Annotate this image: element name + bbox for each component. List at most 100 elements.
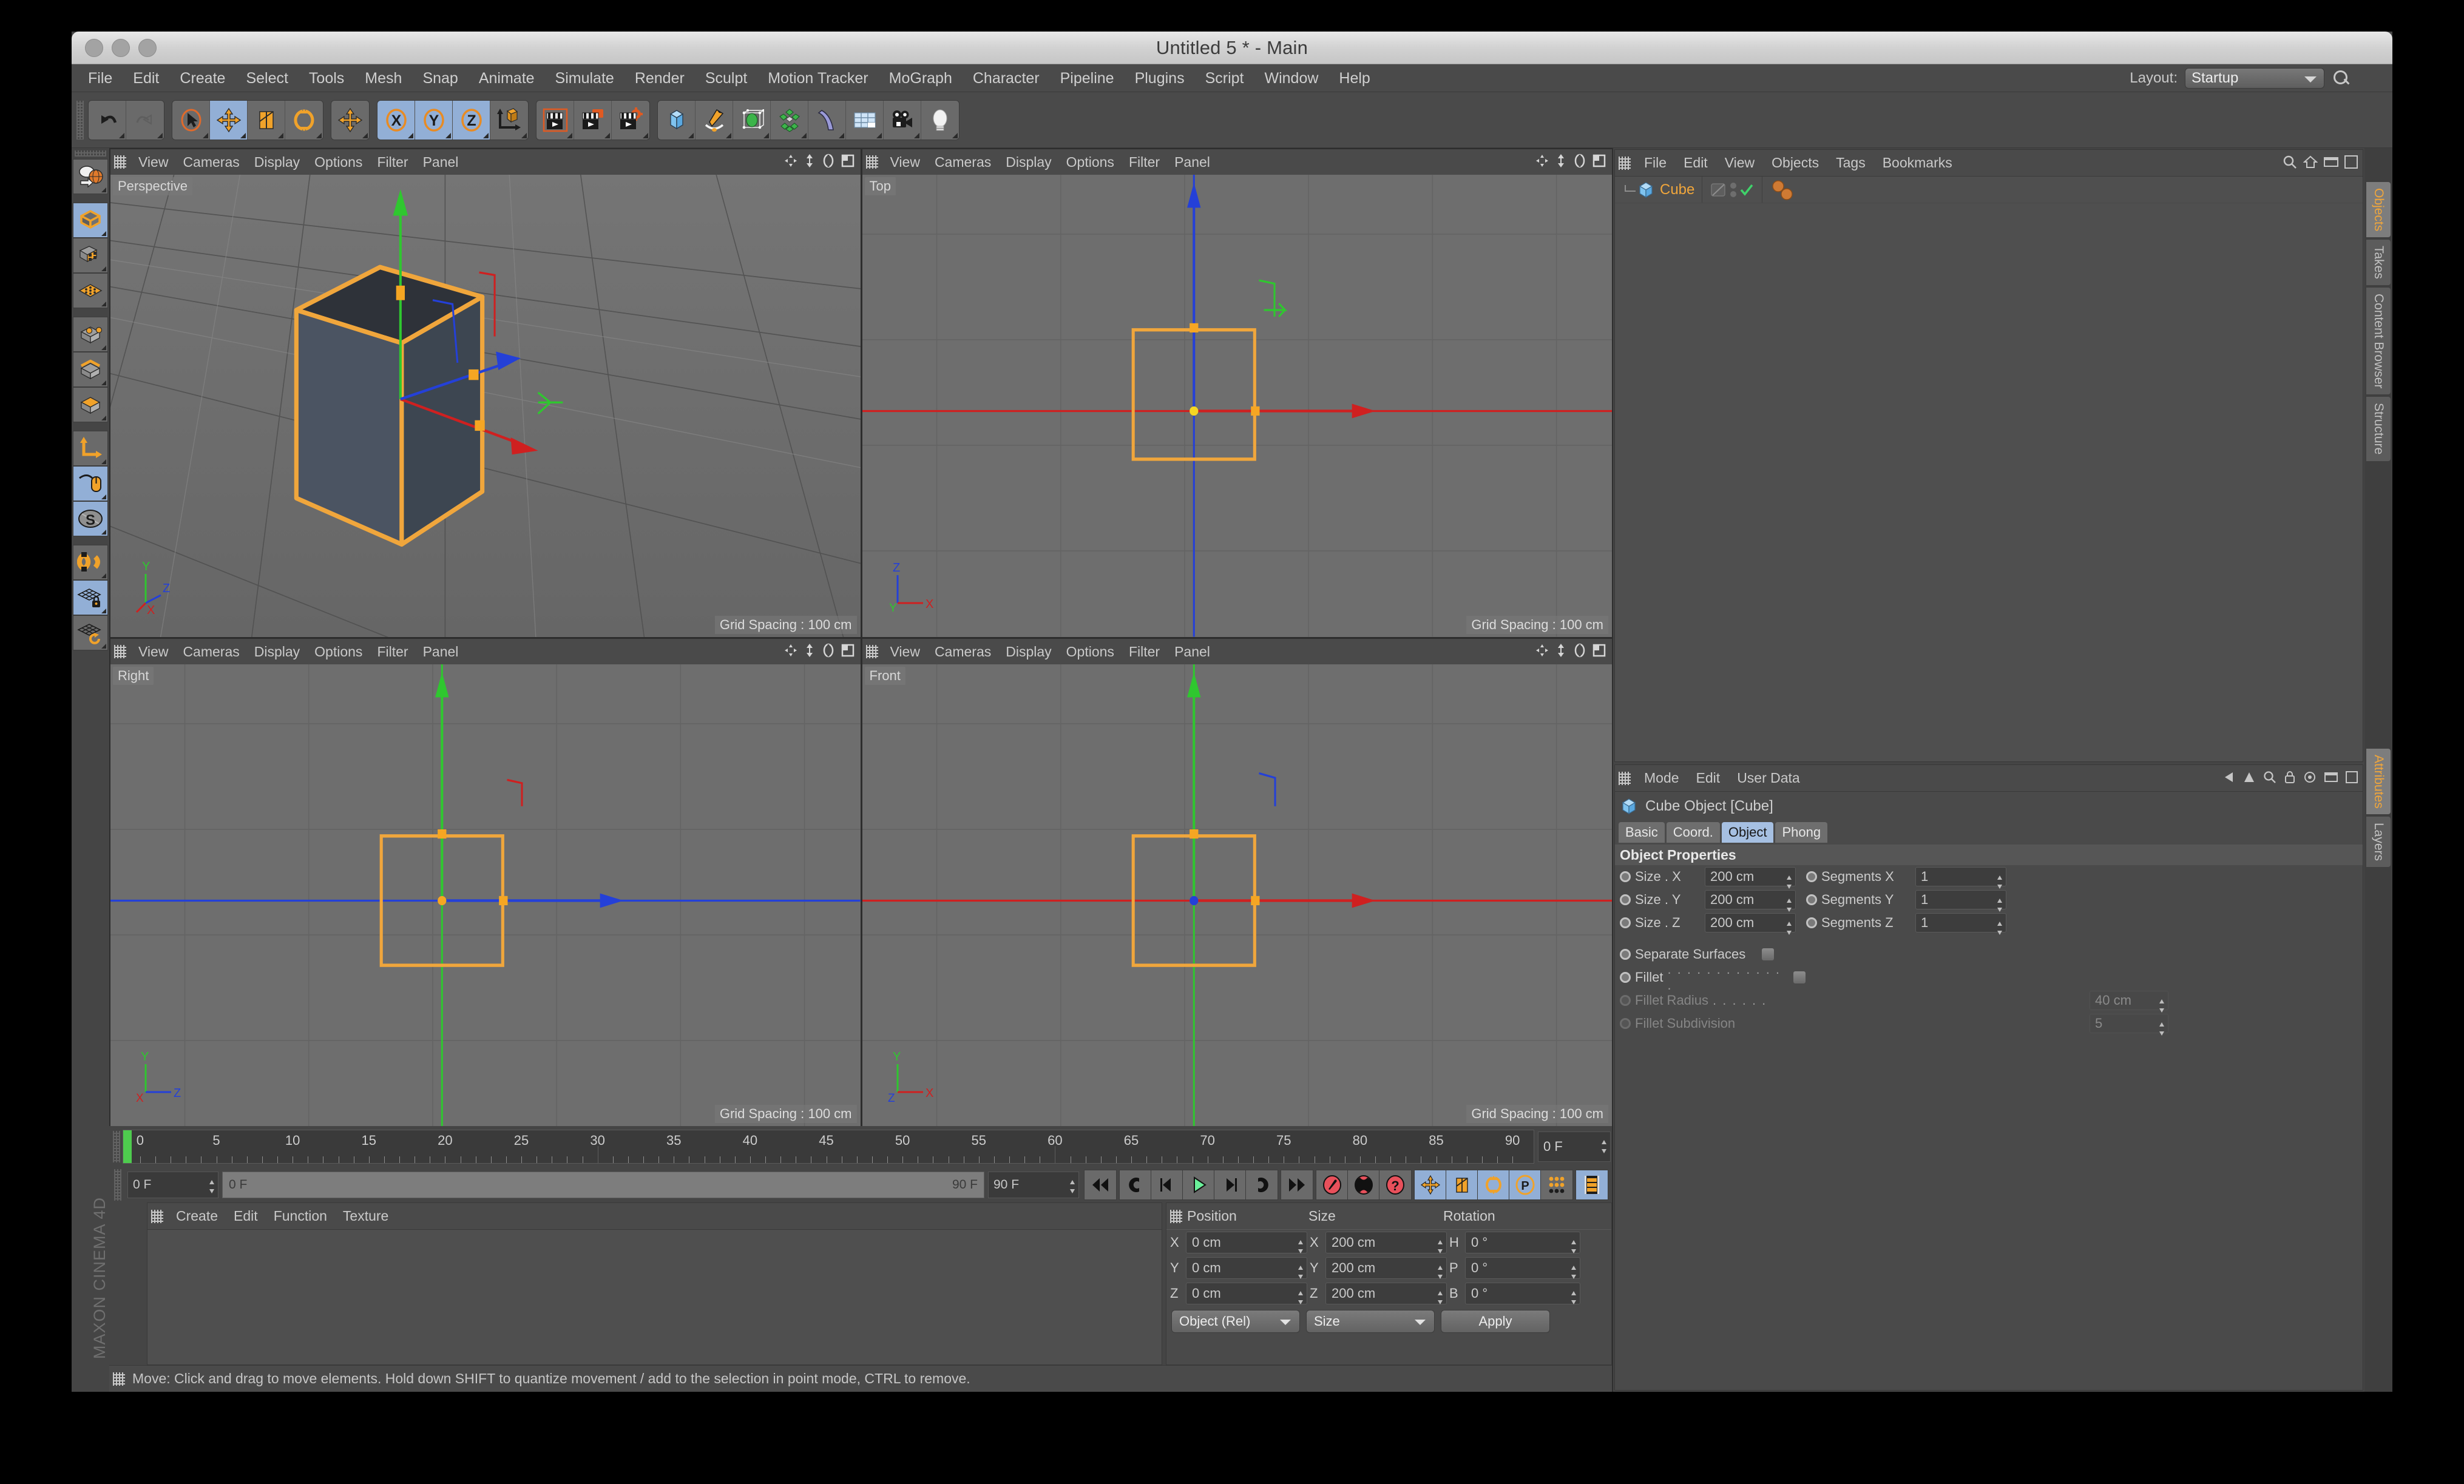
viewport-menu-filter[interactable]: Filter (1122, 149, 1167, 175)
animate-dot-icon[interactable] (1620, 894, 1631, 905)
timeline-grip[interactable] (113, 1131, 120, 1162)
z-axis-lock-icon[interactable]: Z (453, 101, 490, 140)
render-to-picture-viewer-icon[interactable] (574, 101, 612, 140)
segments-z-input[interactable]: 1 (1915, 913, 2006, 933)
animate-dot-icon[interactable] (1806, 917, 1817, 928)
viewport-menu-display[interactable]: Display (247, 639, 307, 664)
autokeying-icon[interactable] (1348, 1170, 1379, 1199)
home-icon[interactable] (2303, 155, 2318, 169)
coord-mode-dropdown[interactable]: Object (Rel) (1171, 1310, 1300, 1333)
viewport-right[interactable]: View Cameras Display Options Filter Pane… (110, 639, 861, 1127)
maximize-viewport-icon[interactable] (1592, 154, 1606, 167)
spinner-icon[interactable] (1997, 920, 2003, 936)
pan-icon[interactable] (784, 643, 798, 658)
spinner-icon[interactable] (1571, 1264, 1577, 1280)
scale-key-icon[interactable] (1446, 1170, 1478, 1199)
animate-dot-icon[interactable] (1806, 894, 1817, 905)
viewport-menu-options[interactable]: Options (1059, 639, 1122, 664)
spinner-icon[interactable] (1571, 1239, 1577, 1255)
size-x-field[interactable]: 200 cm (1325, 1232, 1447, 1253)
planar-workplane-icon[interactable] (73, 616, 107, 650)
menu-sculpt[interactable]: Sculpt (695, 64, 757, 92)
position-z-field[interactable]: 0 cm (1186, 1283, 1307, 1304)
side-tab-content-browser[interactable]: Content Browser (2366, 288, 2391, 394)
material-manager-body[interactable] (147, 1230, 1162, 1364)
attributes-menu-edit[interactable]: Edit (1688, 770, 1729, 786)
param-key-icon[interactable]: P (1509, 1170, 1541, 1199)
lock-icon[interactable] (2284, 771, 2295, 784)
viewport-menu-filter[interactable]: Filter (370, 149, 415, 175)
position-y-field[interactable]: 0 cm (1186, 1257, 1307, 1279)
spinner-icon[interactable] (1786, 897, 1792, 913)
animate-dot-icon[interactable] (1620, 949, 1631, 960)
model-mode-icon[interactable] (73, 203, 107, 237)
visibility-dots-icon[interactable] (1728, 180, 1739, 200)
menu-edit[interactable]: Edit (123, 64, 169, 92)
spinner-icon[interactable] (1997, 897, 2003, 913)
side-tab-structure[interactable]: Structure (2366, 397, 2391, 460)
viewport-grip[interactable] (114, 645, 126, 658)
spinner-icon[interactable] (1069, 1179, 1075, 1195)
size-y-field[interactable]: 200 cm (1325, 1257, 1447, 1279)
viewport-menu-cameras[interactable]: Cameras (175, 639, 246, 664)
add-spline-icon[interactable] (696, 101, 733, 140)
enabled-check-icon[interactable] (1739, 182, 1755, 198)
pan-icon[interactable] (1535, 153, 1549, 168)
menu-character[interactable]: Character (963, 64, 1050, 92)
current-frame-field[interactable]: 0 F (1538, 1132, 1611, 1162)
object-axis-mode-icon[interactable] (73, 431, 107, 465)
viewport-menu-view[interactable]: View (131, 639, 175, 664)
spinner-icon[interactable] (1437, 1264, 1443, 1280)
move-axis-icon[interactable] (331, 101, 369, 140)
viewport-menu-display[interactable]: Display (998, 639, 1058, 664)
record-active-objects-icon[interactable] (1316, 1170, 1348, 1199)
minimize-panel-icon[interactable] (2324, 771, 2338, 783)
viewport-front[interactable]: View Cameras Display Options Filter Pane… (862, 639, 1613, 1127)
keyframe-selection-icon[interactable]: ? (1379, 1170, 1411, 1199)
toolbar-grip[interactable] (76, 101, 84, 140)
add-deformer-icon[interactable] (808, 101, 846, 140)
rotation-key-icon[interactable] (1478, 1170, 1509, 1199)
layout-dropdown[interactable]: Startup (2185, 68, 2324, 89)
viewport-menu-display[interactable]: Display (247, 149, 307, 175)
workplane-mode-icon[interactable] (73, 274, 107, 308)
menu-mograph[interactable]: MoGraph (879, 64, 963, 92)
viewport-top[interactable]: View Cameras Display Options Filter Pane… (862, 149, 1613, 637)
go-to-next-frame-icon[interactable] (1214, 1170, 1246, 1199)
timeline-toggle-icon[interactable] (1576, 1170, 1608, 1199)
add-scene-icon[interactable] (846, 101, 884, 140)
viewport-perspective[interactable]: View Cameras Display Options Filter Pane… (110, 149, 861, 637)
move-icon[interactable] (210, 101, 248, 140)
spinner-icon[interactable] (1601, 1139, 1607, 1155)
size-x-input[interactable]: 200 cm (1705, 867, 1796, 886)
viewport-menu-filter[interactable]: Filter (370, 639, 415, 664)
animate-dot-icon[interactable] (1806, 871, 1817, 882)
attributes-menu-user-data[interactable]: User Data (1728, 770, 1809, 786)
render-view-icon[interactable] (536, 101, 574, 140)
viewport-menu-cameras[interactable]: Cameras (175, 149, 246, 175)
viewport-menu-options[interactable]: Options (307, 639, 370, 664)
menu-render[interactable]: Render (624, 64, 695, 92)
spinner-icon[interactable] (2159, 998, 2165, 1014)
texture-mode-icon[interactable] (73, 238, 107, 272)
object-menu-file[interactable]: File (1636, 155, 1675, 171)
spinner-icon[interactable] (1298, 1290, 1304, 1306)
object-menu-edit[interactable]: Edit (1675, 155, 1716, 171)
live-selection-icon[interactable] (172, 101, 210, 140)
viewport-menu-cameras[interactable]: Cameras (927, 149, 998, 175)
maximize-viewport-icon[interactable] (1592, 644, 1606, 657)
apply-button[interactable]: Apply (1441, 1310, 1550, 1333)
size-y-input[interactable]: 200 cm (1705, 890, 1796, 909)
left-toolbar-grip[interactable] (75, 150, 106, 157)
maximize-panel-icon[interactable] (2344, 155, 2358, 169)
phong-tag-icon[interactable] (1770, 180, 1796, 200)
position-key-icon[interactable] (1415, 1170, 1446, 1199)
menu-mesh[interactable]: Mesh (354, 64, 412, 92)
search-icon[interactable] (2332, 69, 2350, 87)
maximize-viewport-icon[interactable] (841, 154, 855, 167)
x-axis-lock-icon[interactable]: X (377, 101, 415, 140)
tab-coord[interactable]: Coord. (1667, 822, 1720, 843)
viewport-menu-view[interactable]: View (883, 639, 927, 664)
viewport-grip[interactable] (866, 645, 878, 658)
undo-icon[interactable] (89, 101, 126, 140)
